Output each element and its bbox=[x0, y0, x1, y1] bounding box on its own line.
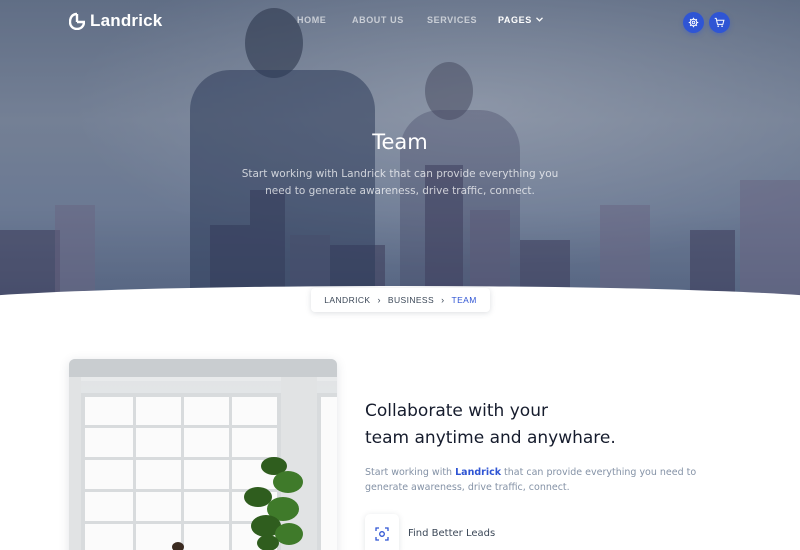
nav-pages-label: PAGES bbox=[498, 15, 532, 25]
logo[interactable]: Landrick bbox=[69, 11, 162, 31]
breadcrumb-business[interactable]: BUSINESS bbox=[388, 295, 434, 305]
breadcrumb-team: TEAM bbox=[451, 295, 477, 305]
section-heading: Collaborate with your team anytime and a… bbox=[365, 398, 695, 452]
logo-text: Landrick bbox=[90, 11, 163, 30]
feature-icon-box bbox=[365, 514, 399, 550]
desc-text-start: Start working with bbox=[365, 467, 456, 478]
team-office-image bbox=[69, 359, 337, 550]
cart-button[interactable] bbox=[709, 12, 730, 33]
nav-about-us[interactable]: ABOUT US bbox=[352, 15, 404, 25]
section-heading-line1: Collaborate with your bbox=[365, 401, 548, 421]
chevron-down-icon bbox=[535, 17, 543, 22]
page-title: Team bbox=[372, 130, 428, 154]
logo-icon bbox=[69, 12, 85, 30]
hero-subtitle: Start working with Landrick that can pro… bbox=[241, 168, 559, 197]
breadcrumb: LANDRICK › BUSINESS › TEAM bbox=[311, 288, 490, 312]
chevron-right-icon: › bbox=[441, 295, 445, 305]
cart-icon bbox=[714, 17, 725, 27]
breadcrumb-landrick[interactable]: LANDRICK bbox=[324, 295, 370, 305]
section-description: Start working with Landrick that can pro… bbox=[365, 465, 715, 495]
section-heading-line2: team anytime and anywhare. bbox=[365, 428, 616, 448]
gear-icon bbox=[688, 17, 699, 28]
nav-services[interactable]: SERVICES bbox=[427, 15, 477, 25]
nav-home[interactable]: HOME bbox=[297, 15, 326, 25]
settings-button[interactable] bbox=[683, 12, 704, 33]
chevron-right-icon: › bbox=[377, 295, 381, 305]
page: Landrick HOME ABOUT US SERVICES PAGES Te… bbox=[0, 0, 800, 550]
focus-icon bbox=[375, 527, 389, 541]
feature-label: Find Better Leads bbox=[408, 528, 496, 539]
nav-pages[interactable]: PAGES bbox=[498, 15, 543, 25]
navbar: Landrick HOME ABOUT US SERVICES PAGES bbox=[0, 0, 800, 44]
desc-brand-link[interactable]: Landrick bbox=[455, 467, 501, 478]
